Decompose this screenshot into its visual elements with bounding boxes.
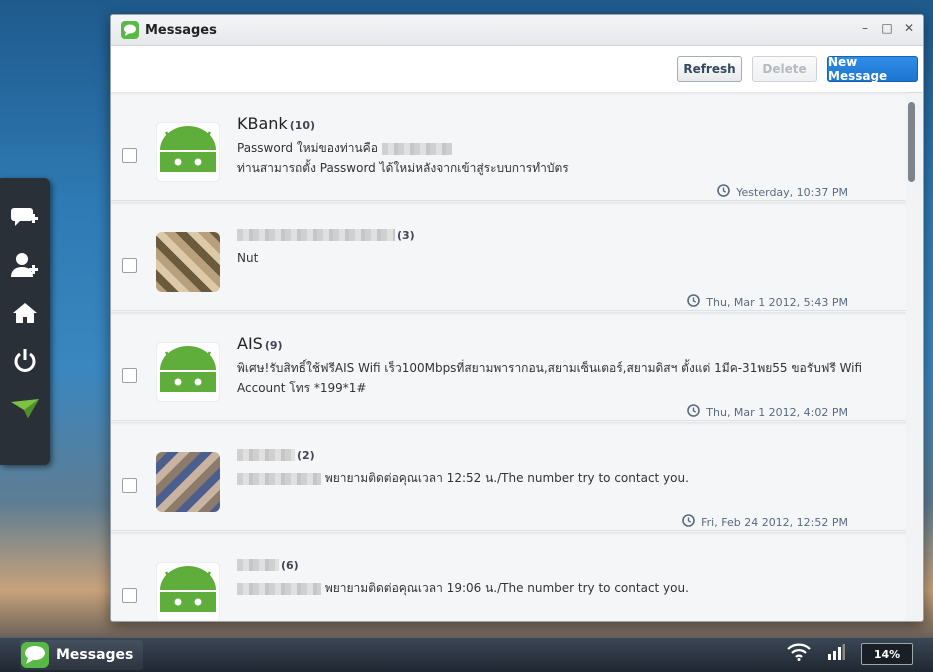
- list-scrollbar[interactable]: [908, 102, 915, 182]
- sender-name: KBank: [237, 114, 288, 133]
- android-avatar-icon: [156, 122, 220, 182]
- message-text: พิเศษ!รับสิทธิ์ใช้ฟรีAIS Wifi เร็ว100Mbp…: [237, 361, 863, 375]
- list-item[interactable]: (2) พยายามติดต่อคุณเวลา 12:52 น./The num…: [111, 422, 906, 531]
- message-text: Account โทร *199*1#: [237, 381, 367, 395]
- clock-icon: [682, 514, 695, 530]
- message-list: KBank (10) Password ใหม่ของท่านคือ ท่านสา…: [111, 92, 906, 620]
- minimize-icon[interactable]: –: [859, 21, 871, 35]
- maximize-icon[interactable]: □: [881, 21, 893, 35]
- message-time: Thu, Mar 1 2012, 4:02 PM: [706, 405, 848, 419]
- wifi-icon: [787, 643, 811, 665]
- contact-photo-avatar: [156, 452, 220, 512]
- delete-button[interactable]: Delete: [752, 56, 817, 82]
- contact-photo-avatar: [156, 232, 220, 292]
- list-item[interactable]: KBank (10) Password ใหม่ของท่านคือ ท่านสา…: [111, 92, 906, 201]
- list-item[interactable]: (6) พยายามติดต่อคุณเวลา 19:06 น./The num…: [111, 532, 906, 620]
- select-checkbox[interactable]: [122, 258, 137, 273]
- battery-indicator: 14%: [861, 643, 913, 665]
- redacted-sender: [237, 448, 295, 461]
- sender-name: AIS: [237, 334, 263, 353]
- list-item[interactable]: AIS (9) พิเศษ!รับสิทธิ์ใช้ฟรีAIS Wifi เร็…: [111, 312, 906, 421]
- power-dock-icon[interactable]: [8, 344, 42, 378]
- redacted-text: [237, 582, 321, 595]
- signal-icon: [827, 644, 845, 664]
- message-count: (2): [297, 449, 315, 462]
- message-time: Thu, Mar 1 2012, 5:43 PM: [706, 295, 848, 309]
- taskbar: Messages 14%: [0, 637, 933, 672]
- message-time: Fri, Feb 24 2012, 12:52 PM: [701, 515, 848, 529]
- list-item[interactable]: (3) Nut Thu, Mar 1 2012, 5:43 PM: [111, 202, 906, 311]
- android-avatar-icon: [156, 562, 220, 620]
- taskbar-app-label: Messages: [56, 647, 134, 663]
- taskbar-messages-app[interactable]: Messages: [20, 640, 144, 670]
- close-icon[interactable]: ✕: [903, 21, 915, 35]
- message-text: Password ใหม่ของท่านคือ: [237, 141, 378, 155]
- message-text: Nut: [237, 251, 259, 265]
- new-message-button[interactable]: New Message: [827, 55, 918, 83]
- window-title: Messages: [145, 22, 217, 38]
- message-count: (3): [397, 229, 415, 242]
- clock-icon: [687, 404, 701, 420]
- new-message-dock-icon[interactable]: [8, 200, 42, 234]
- message-time: Yesterday, 10:37 PM: [736, 185, 848, 199]
- system-tray: 14%: [787, 643, 913, 665]
- add-contact-dock-icon[interactable]: [8, 248, 42, 282]
- message-text: พยายามติดต่อคุณเวลา 19:06 น./The number …: [324, 581, 689, 595]
- message-count: (9): [264, 339, 283, 352]
- select-checkbox[interactable]: [122, 588, 137, 603]
- left-dock: [0, 178, 50, 465]
- window-titlebar[interactable]: Messages – □ ✕: [111, 15, 923, 46]
- clock-icon: [717, 184, 731, 200]
- message-text: พยายามติดต่อคุณเวลา 12:52 น./The number …: [324, 471, 689, 485]
- refresh-button[interactable]: Refresh: [677, 56, 742, 82]
- android-avatar-icon: [156, 342, 220, 402]
- redacted-sender: [237, 228, 395, 241]
- airdroid-dock-icon[interactable]: [8, 392, 42, 426]
- select-checkbox[interactable]: [122, 148, 137, 163]
- select-checkbox[interactable]: [122, 368, 137, 383]
- redacted-sender: [237, 558, 279, 571]
- select-checkbox[interactable]: [122, 478, 137, 493]
- message-count: (6): [281, 559, 299, 572]
- clock-icon: [687, 294, 701, 310]
- messages-app-icon: [121, 21, 139, 39]
- message-text: ท่านสามารถตั้ง Password ได้ใหม่หลังจากเข…: [237, 161, 569, 175]
- redacted-text: [237, 472, 321, 485]
- home-dock-icon[interactable]: [8, 296, 42, 330]
- redacted-text: [381, 142, 452, 155]
- messages-app-icon: [21, 642, 49, 668]
- message-count: (10): [289, 119, 316, 132]
